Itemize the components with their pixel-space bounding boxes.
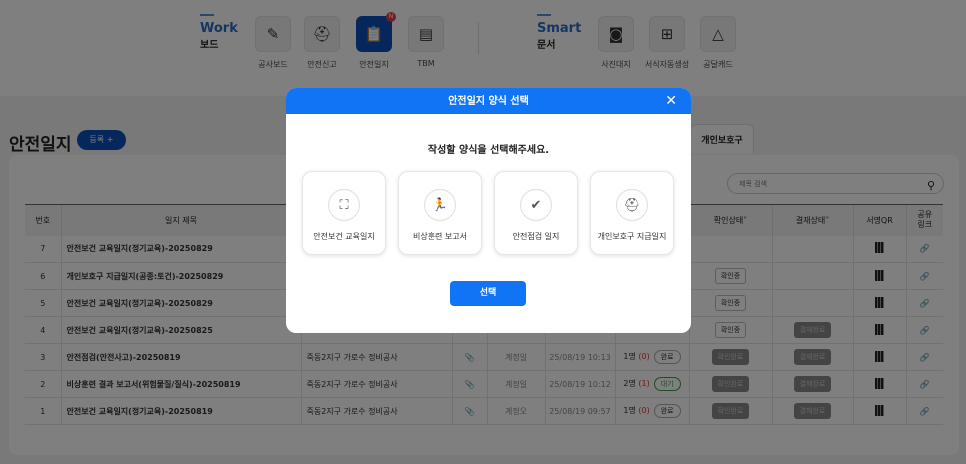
option-label: 안전점검 일지 (512, 232, 560, 241)
option-safety-inspection-log[interactable]: ✔ 안전점검 일지 (494, 171, 578, 255)
teaching-icon: ⛶ (328, 189, 360, 221)
clipboard-check-icon: ✔ (520, 189, 552, 221)
form-select-modal: 안전일지 양식 선택 ✕ 작성할 양식을 선택해주세요. ⛶ 안전보건 교육일지 🏃… (286, 88, 691, 333)
close-icon[interactable]: ✕ (665, 88, 677, 115)
select-button[interactable]: 선택 (450, 281, 526, 306)
option-label: 개인보호구 지급일지 (597, 232, 667, 241)
hardhat-icon: ⛑ (616, 189, 648, 221)
option-label: 비상훈련 보고서 (412, 232, 468, 241)
modal-prompt: 작성할 양식을 선택해주세요. (427, 145, 550, 156)
modal-title: 안전일지 양식 선택 (448, 96, 529, 107)
option-label: 안전보건 교육일지 (313, 232, 375, 241)
running-person-icon: 🏃 (424, 189, 456, 221)
modal-header: 안전일지 양식 선택 ✕ (286, 88, 691, 114)
option-safety-education-log[interactable]: ⛶ 안전보건 교육일지 (302, 171, 386, 255)
option-emergency-drill-report[interactable]: 🏃 비상훈련 보고서 (398, 171, 482, 255)
option-ppe-issue-log[interactable]: ⛑ 개인보호구 지급일지 (590, 171, 674, 255)
